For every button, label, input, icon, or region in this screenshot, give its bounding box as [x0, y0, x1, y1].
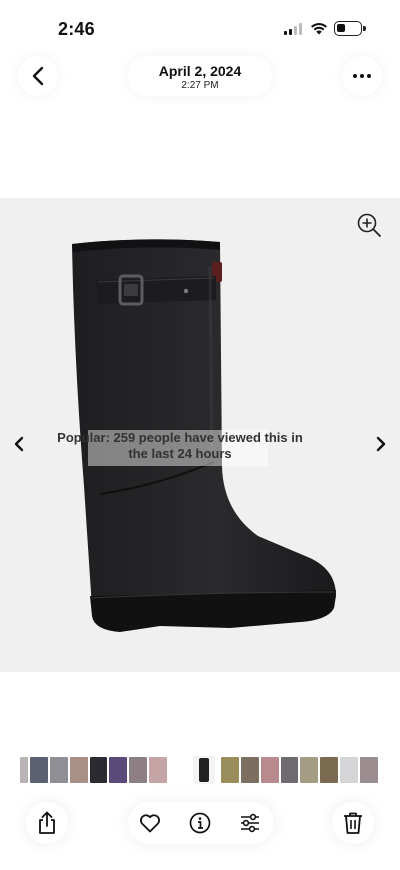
thumbnail[interactable] — [69, 757, 88, 783]
zoom-in-icon — [357, 213, 381, 237]
thumbnail[interactable] — [320, 757, 339, 783]
photo-date: April 2, 2024 — [158, 63, 242, 79]
thumbnail[interactable] — [300, 757, 319, 783]
thumbnail[interactable] — [240, 757, 259, 783]
share-button[interactable] — [26, 802, 68, 844]
thumbnail-strip[interactable] — [20, 756, 380, 784]
thumbnail[interactable] — [109, 757, 128, 783]
thumbnail[interactable] — [49, 757, 68, 783]
back-button[interactable] — [18, 56, 58, 96]
more-options-button[interactable] — [342, 56, 382, 96]
photo-date-title: April 2, 2024 2:27 PM — [128, 56, 272, 96]
thumbnail[interactable] — [340, 757, 359, 783]
photo-viewer-screen: 2:46 April 2, 2024 2:27 PM Popular: 259 … — [0, 0, 400, 870]
thumbnail[interactable] — [20, 757, 28, 783]
thumbnail[interactable] — [360, 757, 378, 783]
chevron-right-icon — [376, 436, 386, 452]
thumbnail[interactable] — [29, 757, 48, 783]
adjust-button[interactable] — [238, 811, 262, 835]
chevron-left-icon — [14, 436, 24, 452]
zoom-button[interactable] — [356, 212, 384, 240]
thumbnail[interactable] — [149, 757, 168, 783]
info-button[interactable] — [188, 811, 212, 835]
thumbnail[interactable] — [280, 757, 299, 783]
next-image-button[interactable] — [372, 432, 390, 456]
heart-icon — [140, 814, 160, 833]
status-bar: 2:46 — [0, 0, 400, 56]
previous-image-button[interactable] — [10, 432, 28, 456]
share-icon — [39, 811, 55, 834]
chevron-left-icon — [32, 66, 44, 86]
status-time: 2:46 — [58, 19, 95, 39]
wifi-icon — [311, 22, 327, 35]
ellipsis-icon — [353, 74, 357, 78]
popular-overlay: Popular: 259 people have viewed this in … — [52, 430, 308, 466]
adjust-sliders-icon — [241, 813, 259, 833]
cellular-signal-icon — [284, 23, 304, 35]
thumbnail-current[interactable] — [193, 756, 215, 784]
thumbnail[interactable] — [129, 757, 148, 783]
info-icon — [189, 812, 211, 834]
thumbnail[interactable] — [220, 757, 239, 783]
photo-time: 2:27 PM — [181, 80, 219, 91]
thumbnail[interactable] — [89, 757, 108, 783]
delete-button[interactable] — [332, 802, 374, 844]
popular-text: Popular: 259 people have viewed this in … — [57, 430, 303, 461]
thumbnail[interactable] — [260, 757, 279, 783]
photo-actions-group — [128, 802, 274, 844]
favorite-button[interactable] — [138, 811, 162, 835]
battery-icon — [334, 21, 366, 36]
trash-icon — [344, 812, 362, 834]
